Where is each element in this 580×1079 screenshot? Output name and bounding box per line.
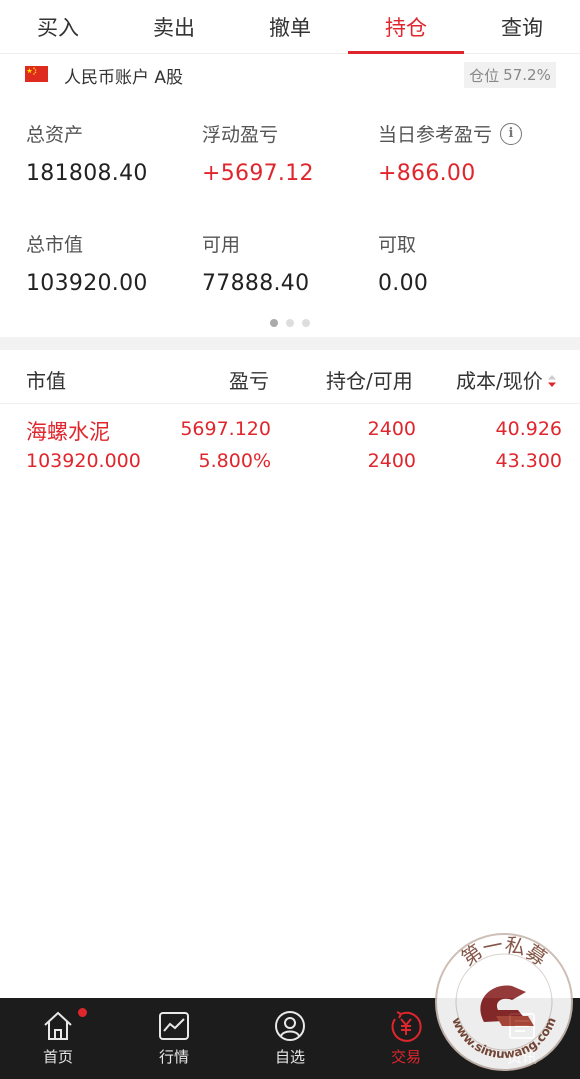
chart-icon (159, 1012, 189, 1040)
nav-home-label: 首页 (42, 1048, 73, 1066)
available-label: 可用 (202, 234, 241, 256)
nav-market-label: 行情 (158, 1048, 189, 1066)
row-cost: 40.926 (495, 418, 562, 440)
row-position: 2400 (367, 418, 416, 440)
account-label: 人民币账户 A股 (64, 68, 184, 88)
yuan-icon (391, 1011, 422, 1042)
holdings-table-header: 市值 盈亏 持仓/可用 成本/现价 (0, 350, 580, 404)
tab-query[interactable]: 查询 (464, 0, 580, 53)
section-divider (0, 337, 580, 350)
available: 可用 77888.40 (202, 230, 372, 296)
tab-cancel-order[interactable]: 撤单 (232, 0, 348, 53)
tab-sell[interactable]: 卖出 (116, 0, 232, 53)
daily-pnl: 当日参考盈亏 i +866.00 (378, 120, 568, 186)
trade-tabs: 买入 卖出 撤单 持仓 查询 (0, 0, 580, 54)
withdrawable-value: 0.00 (378, 271, 429, 296)
daily-pnl-label: 当日参考盈亏 (378, 124, 493, 146)
position-ratio-badge: 仓位 57.2% (464, 62, 556, 88)
position-ratio-label: 仓位 (469, 66, 500, 85)
market-value-label: 总市值 (26, 234, 84, 256)
notification-dot (78, 1008, 87, 1017)
simuwang-watermark-logo: 第一私募 www.simuwang.com (435, 932, 573, 1071)
tab-buy[interactable]: 买入 (0, 0, 116, 53)
position-ratio-value: 57.2% (503, 66, 551, 84)
china-flag-icon (25, 66, 48, 82)
asset-summary: 总资产 181808.40 浮动盈亏 +5697.12 当日参考盈亏 i +86… (0, 110, 580, 310)
stock-name: 海螺水泥 (26, 420, 110, 444)
home-icon (44, 1011, 72, 1040)
nav-home[interactable]: 首页 (0, 998, 116, 1079)
info-icon[interactable]: i (500, 122, 523, 145)
row-price: 43.300 (495, 450, 562, 472)
floating-pnl-label: 浮动盈亏 (202, 124, 279, 146)
nav-watchlist[interactable]: 自选 (232, 998, 348, 1079)
floating-pnl-value: +5697.12 (202, 161, 314, 186)
nav-market[interactable]: 行情 (116, 998, 232, 1079)
nav-trade-label: 交易 (390, 1048, 421, 1066)
available-value: 77888.40 (202, 271, 310, 296)
header-market-value[interactable]: 市值 (26, 365, 66, 394)
table-row[interactable]: 海螺水泥 103920.000 5697.120 5.800% 2400 240… (0, 414, 580, 476)
row-available: 2400 (367, 450, 416, 472)
total-assets-label: 总资产 (26, 124, 84, 146)
tab-positions[interactable]: 持仓 (348, 0, 464, 54)
withdrawable: 可取 0.00 (378, 230, 548, 296)
withdrawable-label: 可取 (378, 234, 417, 256)
user-icon (275, 1011, 305, 1041)
row-pnl: 5697.120 (180, 418, 271, 440)
header-position[interactable]: 持仓/可用 (326, 365, 413, 394)
header-cost-price-label: 成本/现价 (456, 369, 543, 393)
page-dot (286, 319, 294, 327)
row-market-value: 103920.000 (26, 450, 141, 472)
account-row[interactable]: 人民币账户 A股 仓位 57.2% (0, 60, 580, 90)
row-pnl-pct: 5.800% (198, 450, 271, 472)
floating-pnl: 浮动盈亏 +5697.12 (202, 120, 372, 186)
nav-watchlist-label: 自选 (274, 1048, 305, 1066)
daily-pnl-value: +866.00 (378, 161, 476, 186)
total-assets: 总资产 181808.40 (26, 120, 196, 186)
market-value-value: 103920.00 (26, 271, 148, 296)
header-pnl[interactable]: 盈亏 (229, 365, 269, 394)
sort-icon (547, 374, 556, 387)
page-dot (302, 319, 310, 327)
total-assets-value: 181808.40 (26, 161, 148, 186)
market-value: 总市值 103920.00 (26, 230, 196, 296)
page-indicator[interactable] (0, 319, 580, 327)
page-dot (270, 319, 278, 327)
header-cost-price[interactable]: 成本/现价 (456, 365, 557, 394)
